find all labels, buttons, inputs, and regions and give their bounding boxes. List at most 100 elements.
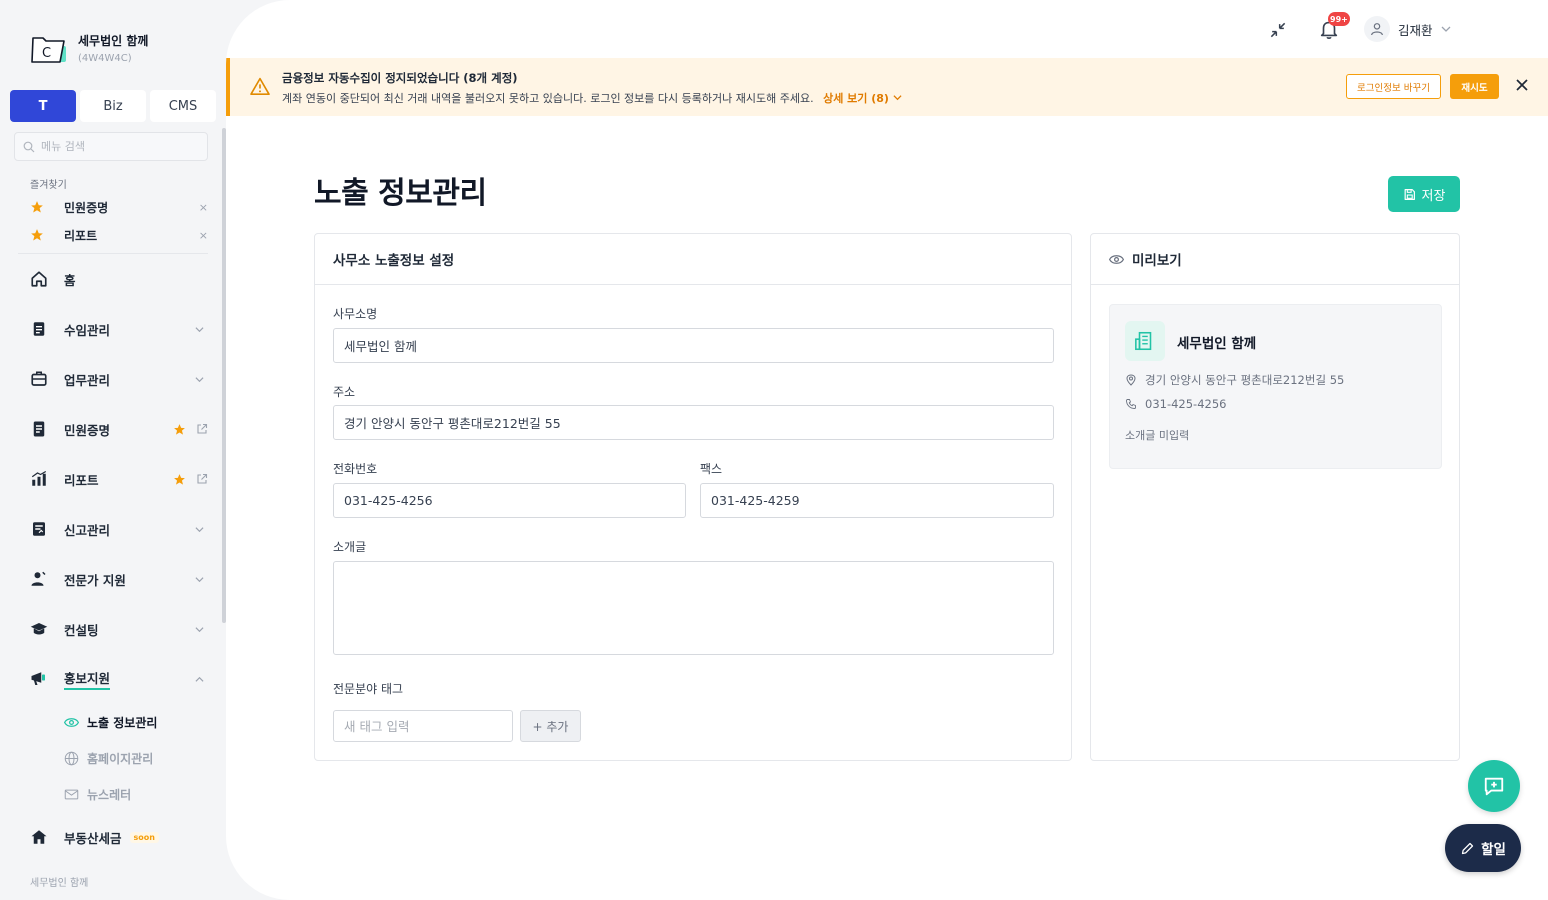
address-label: 주소 (333, 385, 356, 399)
sidebar: C 세무법인 함께 (4W4W4C) T Biz CMS 즐겨찾기 민원증명 ×… (0, 0, 226, 900)
nav-label: 홈 (64, 272, 76, 288)
nav-label: 컨설팅 (64, 622, 99, 638)
nav-item-expert-support[interactable]: 전문가 지원 (30, 567, 210, 591)
mail-icon (64, 789, 79, 799)
alert-details-link[interactable]: 상세 보기 (8) (823, 92, 902, 105)
chat-button[interactable] (1468, 760, 1520, 812)
retry-button[interactable]: 재시도 (1450, 74, 1499, 99)
nav-label: 홍보지원 (64, 668, 111, 690)
home-icon (30, 270, 48, 288)
favorite-item-report[interactable]: 리포트 × (30, 225, 210, 245)
subnav-item-exposure-info[interactable]: 노출 정보관리 (64, 712, 157, 732)
star-icon[interactable] (173, 423, 186, 436)
brand-code: (4W4W4C) (78, 53, 132, 64)
intro-label: 소개글 (333, 540, 367, 554)
preview-phone-row: 031-425-4256 (1125, 397, 1226, 411)
fax-label: 팩스 (700, 462, 723, 476)
favorites-title: 즐겨찾기 (30, 180, 67, 191)
subnav-label: 노출 정보관리 (87, 715, 158, 730)
location-pin-icon (1126, 374, 1136, 386)
subnav-label: 뉴스레터 (87, 787, 132, 802)
office-name-label: 사무소명 (333, 307, 378, 321)
mode-tab-cms[interactable]: CMS (150, 90, 216, 122)
alert-description: 계좌 연동이 중단되어 최신 거래 내역을 불러오지 못하고 있습니다. 로그인… (282, 90, 902, 106)
nav-item-report[interactable]: 리포트 (30, 467, 210, 491)
external-link-icon[interactable] (196, 423, 208, 435)
svg-text:C: C (42, 46, 51, 61)
nav-item-real-estate-tax[interactable]: 부동산세금 soon (30, 825, 210, 849)
tag-field (333, 710, 513, 742)
globe-icon (64, 751, 79, 765)
mode-tab-t[interactable]: T (10, 90, 76, 122)
office-name-field (333, 328, 1054, 363)
chevron-down-icon (195, 626, 204, 632)
intro-textarea[interactable] (334, 562, 1053, 654)
brand-name: 세무법인 함께 (78, 34, 149, 48)
save-button[interactable]: 저장 (1388, 176, 1460, 212)
avatar (1364, 16, 1390, 42)
menu-search-input[interactable] (41, 140, 191, 153)
collapse-icon[interactable] (1268, 20, 1288, 44)
nav-label: 업무관리 (64, 372, 111, 388)
subnav-item-newsletter[interactable]: 뉴스레터 (64, 784, 131, 804)
nav-item-work[interactable]: 업무관리 (30, 367, 210, 391)
mode-tab-biz[interactable]: Biz (80, 90, 146, 122)
preview-intro: 소개글 미입력 (1125, 429, 1190, 442)
preview-phone: 031-425-4256 (1145, 397, 1227, 411)
nav-item-filing[interactable]: 신고관리 (30, 517, 210, 541)
chevron-down-icon (195, 526, 204, 532)
intro-field (333, 561, 1054, 655)
add-tag-button[interactable]: + 추가 (520, 710, 581, 742)
phone-label: 전화번호 (333, 462, 378, 476)
card-title: 사무소 노출정보 설정 (315, 234, 1071, 285)
preview-card: 미리보기 세무법인 함께 경기 안양시 동안구 평촌대로212번길 55 031… (1090, 233, 1460, 761)
user-name: 김재환 (1398, 22, 1433, 38)
alert-banner: 금융정보 자동수집이 정지되었습니다 (8개 계정) 계좌 연동이 중단되어 최… (226, 58, 1548, 116)
alert-title: 금융정보 자동수집이 정지되었습니다 (8개 계정) (282, 71, 518, 85)
fax-field (700, 483, 1054, 518)
brand[interactable]: C 세무법인 함께 (4W4W4C) (30, 32, 148, 64)
remove-favorite-icon[interactable]: × (199, 201, 208, 214)
subnav-item-homepage[interactable]: 홈페이지관리 (64, 748, 153, 768)
favorite-item-civil[interactable]: 민원증명 × (30, 197, 210, 217)
chevron-down-icon (195, 576, 204, 582)
chart-icon (30, 470, 48, 488)
nav-item-engagement[interactable]: 수임관리 (30, 317, 210, 341)
mode-segmented-control: T Biz CMS (10, 90, 216, 122)
office-name-input[interactable] (334, 329, 1053, 362)
close-icon[interactable] (1515, 78, 1529, 92)
star-icon (31, 229, 43, 241)
external-link-icon[interactable] (196, 473, 208, 485)
preview-office-name: 세무법인 함께 (1177, 336, 1257, 352)
phone-input[interactable] (334, 484, 685, 517)
chevron-down-icon (893, 95, 902, 101)
nav-label: 신고관리 (64, 522, 111, 538)
brand-logo-icon: C (30, 32, 68, 64)
nav-label: 수임관리 (64, 322, 111, 338)
clipboard-icon (30, 320, 48, 338)
todo-button[interactable]: 할일 (1445, 824, 1521, 872)
building-icon (1125, 321, 1165, 361)
fax-input[interactable] (701, 484, 1053, 517)
todo-label: 할일 (1481, 842, 1506, 858)
tags-label: 전문분야 태그 (333, 682, 404, 696)
tag-input[interactable] (334, 711, 512, 741)
nav-item-civil-certificate[interactable]: 민원증명 (30, 417, 210, 441)
star-icon (31, 201, 43, 213)
star-icon[interactable] (173, 473, 186, 486)
favorite-label: 리포트 (64, 228, 98, 243)
nav-item-home[interactable]: 홈 (30, 267, 210, 291)
address-input[interactable] (334, 406, 1053, 439)
change-login-button[interactable]: 로그인정보 바꾸기 (1346, 74, 1441, 99)
address-field (333, 405, 1054, 440)
soon-badge: soon (129, 831, 159, 843)
megaphone-icon (30, 670, 48, 688)
save-icon (1404, 188, 1415, 200)
nav-item-consulting[interactable]: 컨설팅 (30, 617, 210, 641)
save-label: 저장 (1421, 188, 1446, 204)
main-content: 99+ 김재환 금융정보 자동수집이 정지되었습니다 (8개 계정) 계좌 연동… (226, 0, 1548, 900)
nav-label: 민원증명 (64, 422, 111, 438)
nav-item-promotion[interactable]: 홍보지원 (30, 667, 210, 691)
user-menu[interactable]: 김재환 (1364, 16, 1451, 42)
remove-favorite-icon[interactable]: × (199, 229, 208, 242)
